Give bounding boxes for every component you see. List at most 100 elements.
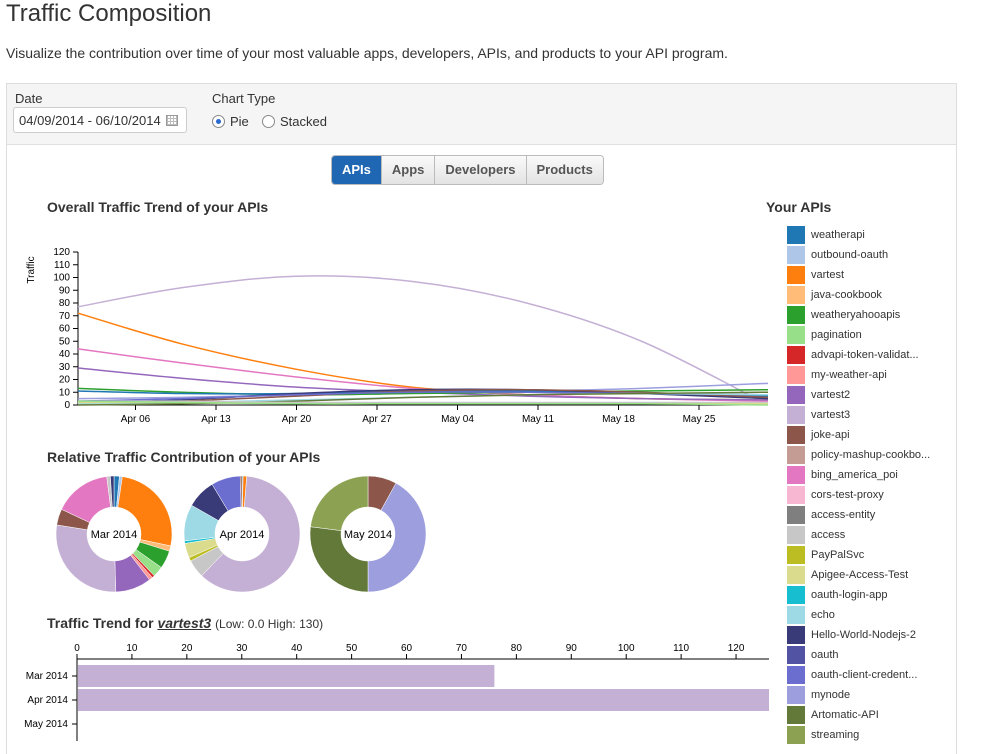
x-tick-label: 90 [566, 643, 578, 654]
x-tick-label: Apr 13 [201, 414, 231, 425]
legend-swatch [787, 326, 805, 344]
pie-radio-label[interactable]: Pie [230, 114, 249, 129]
tab-apis[interactable]: APIs [332, 156, 381, 184]
legend-swatch [787, 706, 805, 724]
x-tick-label: 20 [181, 643, 193, 654]
bar-title-prefix: Traffic Trend for [47, 615, 154, 631]
legend-label: pagination [811, 329, 862, 341]
pie-center-label: Mar 2014 [91, 529, 137, 541]
x-tick-label: 10 [126, 643, 138, 654]
pie-slice [310, 475, 369, 531]
x-tick-label: 40 [291, 643, 303, 654]
bar-title-api-link[interactable]: vartest3 [157, 615, 211, 631]
legend-label: vartest2 [811, 389, 851, 401]
pie-center-label: Apr 2014 [220, 529, 265, 541]
stacked-radio-label[interactable]: Stacked [280, 114, 327, 129]
legend-label: weatherapi [811, 229, 865, 241]
x-tick-label: 100 [618, 643, 635, 654]
y-tick-label: 110 [54, 260, 70, 271]
calendar-icon[interactable] [166, 115, 178, 126]
y-tick-label: 50 [59, 336, 71, 347]
legend-label: bing_america_poi [811, 469, 898, 481]
legend-label: cors-test-proxy [811, 489, 884, 501]
legend-label: policy-mashup-cookbo... [811, 449, 931, 461]
legend-swatch [787, 606, 805, 624]
y-tick-label: 80 [59, 298, 71, 309]
legend-swatch [787, 266, 805, 284]
y-tick-label: 100 [53, 273, 70, 284]
legend-title: Your APIs [766, 199, 832, 215]
legend-swatch [787, 246, 805, 264]
relative-traffic-pies: Mar 2014 Apr 2014 May 2014 [55, 475, 427, 593]
legend-label: oauth-client-credent... [811, 669, 918, 681]
legend-swatch [787, 466, 805, 484]
y-tick-label: 30 [59, 362, 71, 373]
legend-label: outbound-oauth [811, 249, 889, 261]
legend-label: vartest3 [811, 409, 851, 421]
legend-swatch [787, 586, 805, 604]
legend-swatch [787, 546, 805, 564]
date-label: Date [15, 91, 43, 106]
legend-label: advapi-token-validat... [811, 349, 919, 361]
legend-swatch [787, 526, 805, 544]
legend-label: Apigee-Access-Test [811, 569, 909, 581]
y-tick-label: 20 [59, 375, 71, 386]
overall-traffic-trend-chart: 0102030405060708090100110120TrafficApr 0… [26, 247, 769, 425]
y-tick-label: 70 [59, 311, 71, 322]
legend-label: PayPalSvc [811, 549, 865, 561]
x-tick-label: May 25 [683, 414, 716, 425]
legend-swatch [787, 346, 805, 364]
series-line [77, 275, 769, 406]
legend-label: access [811, 529, 846, 541]
tab-apps[interactable]: Apps [380, 156, 435, 184]
legend-swatch [787, 286, 805, 304]
tab-developers[interactable]: Developers [434, 156, 526, 184]
x-tick-label: Apr 27 [362, 414, 392, 425]
tab-products[interactable]: Products [525, 156, 603, 184]
legend-swatch [787, 506, 805, 524]
bar [78, 665, 495, 687]
x-tick-label: 0 [74, 643, 80, 654]
x-tick-label: Apr 06 [121, 414, 151, 425]
legend-swatch [787, 726, 805, 744]
legend-label: weatheryahooapis [811, 309, 901, 321]
stacked-radio[interactable] [262, 115, 275, 128]
legend-label: access-entity [811, 509, 876, 521]
bar-title-range: (Low: 0.0 High: 130) [215, 617, 324, 631]
legend-label: vartest [811, 269, 845, 281]
legend-swatch [787, 646, 805, 664]
legend-swatch [787, 566, 805, 584]
y-tick-label: Apr 2014 [27, 695, 68, 706]
filter-bar: Date 04/09/2014 - 06/10/2014 Chart Type … [7, 84, 956, 145]
legend-label: java-cookbook [811, 289, 882, 301]
x-tick-label: 110 [673, 643, 689, 654]
x-tick-label: 120 [728, 643, 745, 654]
x-tick-label: 80 [511, 643, 523, 654]
y-tick-label: May 2014 [24, 719, 68, 730]
x-tick-label: 50 [346, 643, 358, 654]
x-tick-label: Apr 20 [282, 414, 312, 425]
legend-swatch [787, 426, 805, 444]
page-description: Visualize the contribution over time of … [6, 45, 728, 61]
chart-type-label: Chart Type [212, 91, 276, 106]
trend-chart-title: Overall Traffic Trend of your APIs [47, 199, 269, 215]
legend-label: Artomatic-API [811, 709, 879, 721]
page-title: Traffic Composition [6, 0, 212, 27]
legend-swatch [787, 446, 805, 464]
date-range-input[interactable]: 04/09/2014 - 06/10/2014 [13, 107, 187, 133]
legend-label: oauth-login-app [811, 589, 888, 601]
legend-label: Hello-World-Nodejs-2 [811, 629, 916, 641]
legend-swatch [787, 626, 805, 644]
legend-swatch [787, 486, 805, 504]
y-tick-label: 0 [64, 400, 70, 411]
y-tick-label: 90 [59, 285, 71, 296]
x-tick-label: May 11 [522, 414, 554, 425]
x-tick-label: 30 [236, 643, 248, 654]
y-tick-label: Mar 2014 [26, 671, 69, 682]
pie-radio[interactable] [212, 115, 225, 128]
vartest3-bar-chart: 0 10 20 30 40 50 60 70 80 90 100 110 120 Mar 2014 Apr … [24, 643, 769, 741]
y-tick-label: 120 [53, 247, 70, 258]
legend-swatch [787, 226, 805, 244]
legend-label: mynode [811, 689, 851, 701]
legend-label: my-weather-api [811, 369, 887, 381]
